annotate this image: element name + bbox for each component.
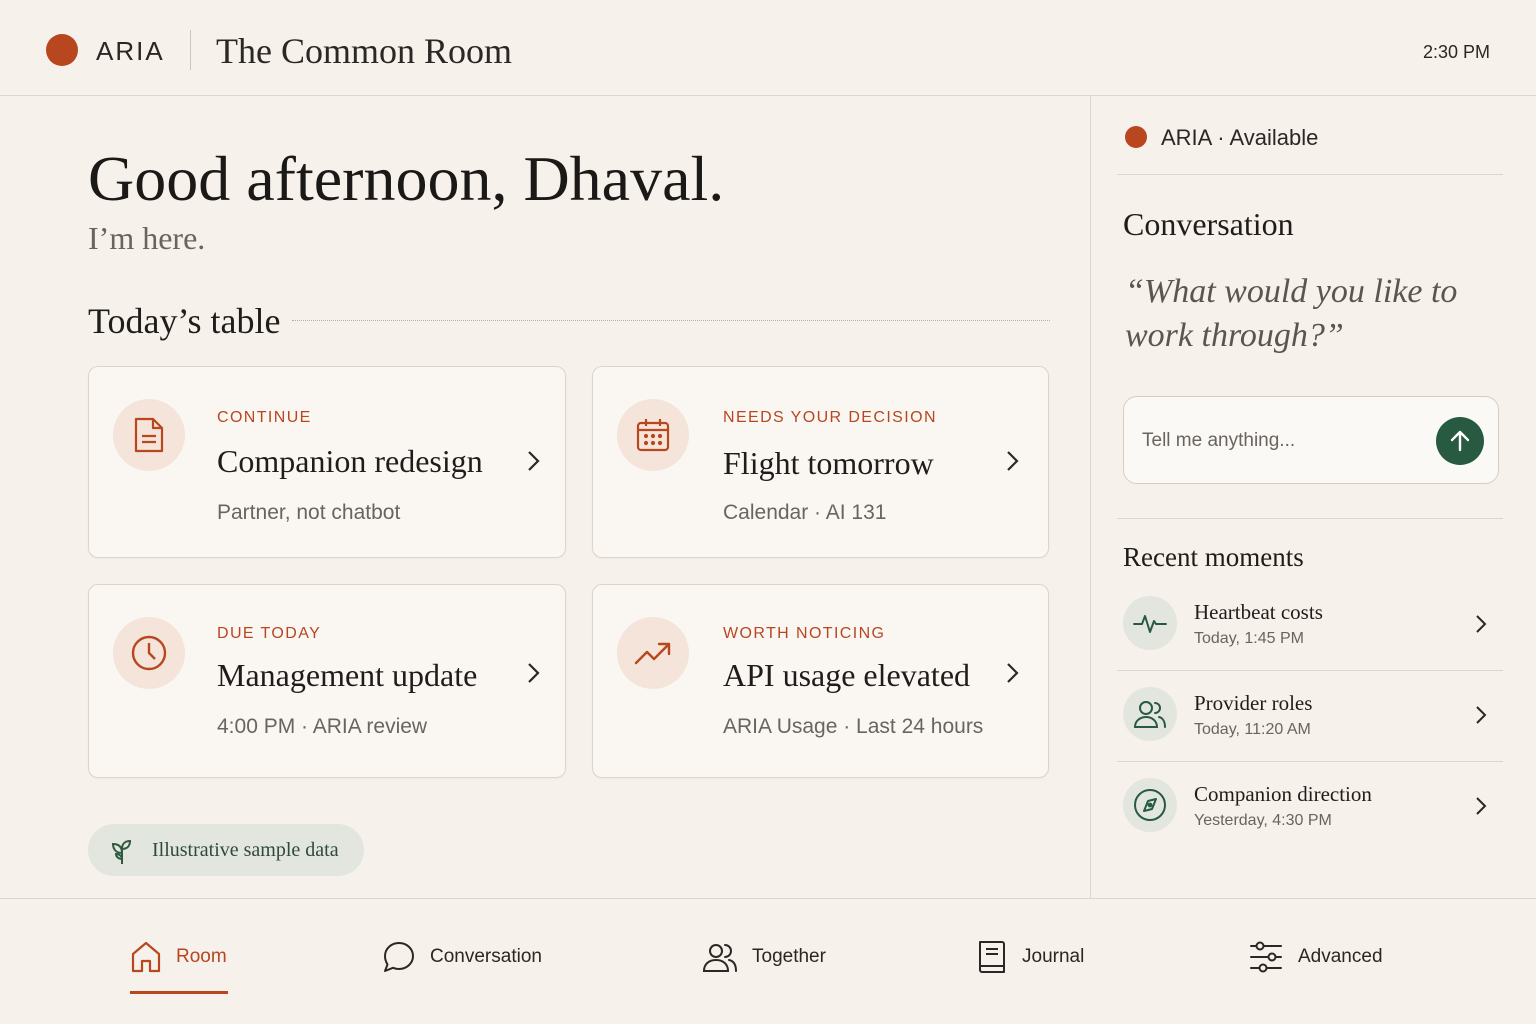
subgreeting: I’m here. (88, 220, 206, 256)
greeting-heading: Good afternoon, Dhaval. (88, 143, 725, 214)
moment-divider (1117, 761, 1503, 762)
chat-composer (1123, 396, 1499, 484)
chevron-right-icon (1476, 797, 1487, 815)
card-kicker: NEEDS YOUR DECISION (723, 409, 937, 426)
people-icon (702, 944, 737, 972)
nav-advanced[interactable]: Advanced (1248, 937, 1383, 977)
chevron-right-icon (1007, 451, 1019, 471)
chat-input[interactable] (1142, 427, 1422, 455)
nav-conversation[interactable]: Conversation (382, 937, 542, 977)
clock: 2:30 PM (1422, 42, 1490, 62)
status-dot (1125, 126, 1147, 148)
calendar-icon (617, 399, 689, 471)
card-meta: ARIA Usage · Last 24 hours (723, 715, 984, 738)
section-divider (292, 320, 1050, 321)
nav-together[interactable]: Together (702, 937, 826, 977)
header-divider (190, 30, 191, 70)
brand-name: ARIA (96, 36, 165, 66)
card-title: Companion redesign (217, 443, 483, 479)
conversation-title: Conversation (1123, 206, 1294, 242)
main-content: Good afternoon, Dhaval. I’m here. Today’… (0, 96, 1090, 898)
active-tab-indicator (130, 991, 228, 994)
moment-title: Heartbeat costs (1194, 600, 1323, 624)
panel-divider (1117, 518, 1503, 519)
sample-data-label: Illustrative sample data (152, 839, 339, 861)
moment-title: Companion direction (1194, 782, 1372, 806)
card-api-usage[interactable]: WORTH NOTICING API usage elevated ARIA U… (592, 584, 1049, 778)
panel-divider (1117, 174, 1503, 175)
aria-logo-dot (46, 34, 78, 66)
conversation-prompt-quote: “What would you like to work through?” (1125, 273, 1458, 354)
bottom-navigation: Room Conversation Together Journal Advan… (0, 898, 1536, 1024)
people-icon (1123, 687, 1177, 741)
recent-moments-title: Recent moments (1123, 542, 1304, 572)
card-meta: Calendar · AI 131 (723, 501, 887, 524)
card-flight-tomorrow[interactable]: NEEDS YOUR DECISION Flight tomorrow Cale… (592, 366, 1049, 558)
moment-companion-direction[interactable]: Companion direction Yesterday, 4:30 PM (1117, 778, 1503, 868)
card-management-update[interactable]: DUE TODAY Management update 4:00 PM · AR… (88, 584, 566, 778)
chevron-right-icon (1476, 706, 1487, 724)
card-title: Management update (217, 657, 478, 693)
card-kicker: CONTINUE (217, 409, 312, 426)
sample-data-badge: Illustrative sample data (88, 824, 364, 876)
chevron-right-icon (1476, 615, 1487, 633)
moment-title: Provider roles (1194, 691, 1313, 715)
chevron-right-icon (1007, 663, 1019, 683)
room-title: The Common Room (216, 31, 512, 71)
moment-provider-roles[interactable]: Provider roles Today, 11:20 AM (1117, 687, 1503, 777)
nav-room[interactable]: Room (130, 937, 227, 977)
nav-label: Conversation (430, 946, 542, 967)
card-meta: 4:00 PM · ARIA review (217, 715, 428, 738)
journal-icon (979, 941, 1005, 973)
card-kicker: DUE TODAY (217, 625, 322, 642)
clock-icon (113, 617, 185, 689)
moment-time: Today, 1:45 PM (1194, 630, 1304, 647)
send-button[interactable] (1436, 417, 1484, 465)
moment-time: Yesterday, 4:30 PM (1194, 812, 1332, 829)
nav-journal[interactable]: Journal (976, 937, 1084, 977)
chevron-right-icon (528, 663, 540, 683)
card-title: Flight tomorrow (723, 445, 934, 481)
compass-icon (1123, 778, 1177, 832)
top-header: ARIA The Common Room 2:30 PM (0, 0, 1536, 96)
chat-bubble-icon (384, 942, 414, 972)
trend-up-icon (617, 617, 689, 689)
document-icon (113, 399, 185, 471)
moment-time: Today, 11:20 AM (1194, 721, 1311, 738)
card-kicker: WORTH NOTICING (723, 625, 886, 642)
pulse-icon (1123, 596, 1177, 650)
assistant-status: ARIA · Available (1161, 125, 1319, 150)
nav-label: Room (176, 946, 227, 967)
nav-label: Journal (1022, 946, 1085, 967)
arrow-up-icon (1450, 430, 1470, 452)
sliders-icon (1250, 941, 1282, 973)
moment-heartbeat-costs[interactable]: Heartbeat costs Today, 1:45 PM (1117, 596, 1503, 686)
home-icon (131, 941, 161, 973)
chevron-right-icon (528, 451, 540, 471)
section-title: Today’s table (88, 301, 281, 341)
nav-label: Together (752, 946, 826, 967)
conversation-panel: ARIA · Available Conversation “What woul… (1090, 96, 1536, 898)
nav-label: Advanced (1298, 946, 1383, 967)
card-title: API usage elevated (723, 657, 971, 693)
card-meta: Partner, not chatbot (217, 501, 401, 524)
card-companion-redesign[interactable]: CONTINUE Companion redesign Partner, not… (88, 366, 566, 558)
sprout-icon (111, 839, 132, 864)
moment-divider (1117, 670, 1503, 671)
